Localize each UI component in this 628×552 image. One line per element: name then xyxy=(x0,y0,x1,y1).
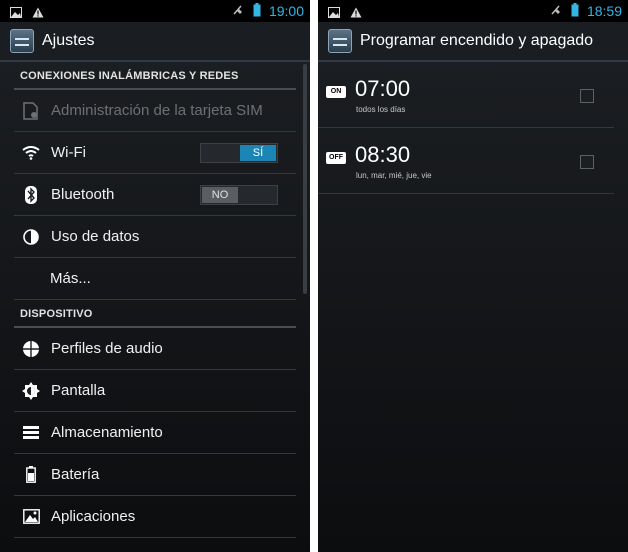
action-bar: Programar encendido y apagado xyxy=(318,22,628,62)
status-bar: 18:59 xyxy=(318,0,628,22)
settings-item-label: Wi-Fi xyxy=(51,144,86,161)
bluetooth-toggle-state: NO xyxy=(202,187,238,203)
image-icon xyxy=(328,3,340,22)
signal-muted-icon xyxy=(231,2,245,21)
schedule-checkbox[interactable] xyxy=(580,155,594,169)
schedule-time: 08:30 xyxy=(355,142,411,167)
settings-item-label: Batería xyxy=(51,466,100,483)
status-clock: 18:59 xyxy=(586,3,622,19)
status-clock: 19:00 xyxy=(268,3,304,19)
warning-icon xyxy=(350,3,362,22)
settings-item-label: Perfiles de audio xyxy=(51,340,163,357)
settings-item-label: Más... xyxy=(50,270,91,287)
battery-icon xyxy=(20,464,42,486)
display-icon xyxy=(20,380,42,402)
image-icon xyxy=(10,3,22,22)
schedule-time: 07:00 xyxy=(355,76,411,101)
settings-item-sim: Administración de la tarjeta SIM xyxy=(14,90,296,132)
schedule-item-power-on[interactable]: ON 07:00 todos los días xyxy=(318,62,614,128)
bluetooth-icon xyxy=(20,184,42,206)
storage-icon xyxy=(20,422,42,444)
section-header-device: DISPOSITIVO xyxy=(14,300,296,328)
battery-icon xyxy=(571,2,579,21)
settings-item-display[interactable]: Pantalla xyxy=(14,370,296,412)
warning-icon xyxy=(32,3,44,22)
apps-icon xyxy=(20,506,42,528)
schedule-item-power-off[interactable]: OFF 08:30 lun, mar, mié, jue, vie xyxy=(318,128,614,194)
settings-item-label: Pantalla xyxy=(51,382,106,399)
wifi-toggle[interactable]: SÍ xyxy=(200,143,278,163)
settings-item-label: Almacenamiento xyxy=(51,424,163,441)
scrollbar[interactable] xyxy=(303,64,307,294)
settings-item-more[interactable]: Más... xyxy=(14,258,296,300)
settings-item-bluetooth[interactable]: Bluetooth NO xyxy=(14,174,296,216)
settings-item-label: Uso de datos xyxy=(51,228,140,245)
settings-item-label: Bluetooth xyxy=(51,186,115,203)
power-on-badge: ON xyxy=(326,86,346,98)
settings-item-wifi[interactable]: Wi-Fi SÍ xyxy=(14,132,296,174)
bluetooth-toggle[interactable]: NO xyxy=(200,185,278,205)
settings-item-audio-profiles[interactable]: Perfiles de audio xyxy=(14,328,296,370)
settings-item-storage[interactable]: Almacenamiento xyxy=(14,412,296,454)
settings-screen: 19:00 Ajustes CONEXIONES INALÁMBRICAS Y … xyxy=(0,0,310,552)
schedule-checkbox[interactable] xyxy=(580,89,594,103)
status-bar: 19:00 xyxy=(0,0,310,22)
signal-muted-icon xyxy=(549,2,563,21)
audio-profiles-icon xyxy=(20,338,42,360)
battery-icon xyxy=(253,2,261,21)
power-off-badge: OFF xyxy=(326,152,346,164)
page-title: Ajustes xyxy=(42,32,95,49)
settings-app-icon[interactable] xyxy=(328,29,352,53)
schedule-days: lun, mar, mié, jue, vie xyxy=(356,171,432,180)
wifi-icon xyxy=(20,142,42,164)
action-bar: Ajustes xyxy=(0,22,310,62)
wifi-toggle-state: SÍ xyxy=(240,145,276,161)
settings-item-battery[interactable]: Batería xyxy=(14,454,296,496)
settings-item-data-usage[interactable]: Uso de datos xyxy=(14,216,296,258)
settings-item-label: Administración de la tarjeta SIM xyxy=(51,102,263,119)
settings-item-label: Aplicaciones xyxy=(51,508,136,525)
data-usage-icon xyxy=(20,226,42,248)
settings-app-icon[interactable] xyxy=(10,29,34,53)
sim-icon xyxy=(20,100,42,122)
schedule-power-screen: 18:59 Programar encendido y apagado ON 0… xyxy=(318,0,628,552)
settings-item-apps[interactable]: Aplicaciones xyxy=(14,496,296,538)
page-title: Programar encendido y apagado xyxy=(360,32,594,49)
schedule-days: todos los días xyxy=(356,105,406,114)
section-header-wireless: CONEXIONES INALÁMBRICAS Y REDES xyxy=(14,62,296,90)
